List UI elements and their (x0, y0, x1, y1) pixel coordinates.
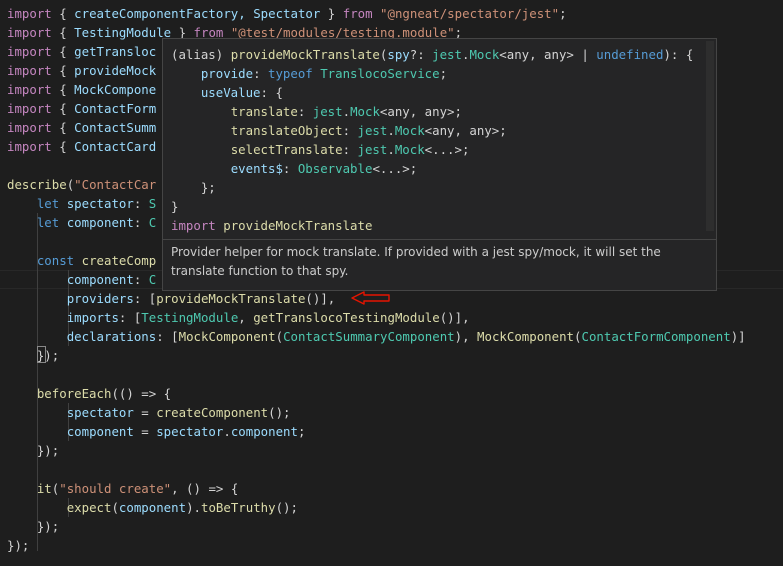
code-line-declarations: declarations: [MockComponent(ContactSumm… (66, 329, 746, 344)
code-line-const-create: const createComp (36, 253, 157, 268)
code-line-expect: expect(component).toBeTruthy(); (66, 500, 298, 515)
code-line-8: import { ContactCard (7, 139, 157, 154)
hover-tooltip[interactable]: (alias) provideMockTranslate(spy?: jest.… (162, 38, 717, 291)
hover-scrollbar[interactable] (706, 41, 714, 231)
hover-signature: (alias) provideMockTranslate(spy?: jest.… (163, 39, 716, 239)
code-line-assign-spectator: spectator = createComponent(); (66, 405, 291, 420)
code-line-it: it("should create", () => { (36, 481, 239, 496)
code-line-describe: describe("ContactCar (7, 177, 157, 192)
code-line-component-prop: component: C (66, 272, 157, 287)
hover-line-usevalue: useValue: { (200, 85, 283, 100)
code-line-let-spectator: let spectator: S (36, 196, 157, 211)
hover-line-provide: provide: typeof TranslocoService; (200, 66, 448, 81)
code-line-4: import { provideMock (7, 63, 157, 78)
code-line-close-before-each: }); (36, 443, 60, 458)
hover-line-select-translate: selectTranslate: jest.Mock<...>; (230, 142, 470, 157)
hover-line-close-usevalue: }; (200, 180, 216, 195)
hover-line-events: events$: Observable<...>; (230, 161, 418, 176)
hover-line-signature: (alias) provideMockTranslate(spy?: jest.… (171, 47, 694, 62)
code-line-close-describe: }); (7, 538, 30, 553)
code-line-before-each: beforeEach(() => { (36, 386, 172, 401)
code-line-6: import { ContactForm (7, 101, 157, 116)
code-line-7: import { ContactSumm (7, 120, 157, 135)
arrow-annotation-icon (351, 291, 390, 305)
code-line-let-component: let component: C (36, 215, 157, 230)
code-line-5: import { MockCompone (7, 82, 157, 97)
hover-line-close-sig: } (171, 199, 179, 214)
hover-line-translate-object: translateObject: jest.Mock<any, any>; (230, 123, 507, 138)
code-line-providers: providers: [provideMockTranslate()], (66, 291, 336, 306)
code-line-close-factory: }); (36, 348, 60, 363)
bracket-match-highlight (37, 346, 46, 363)
hover-line-import: import provideMockTranslate (171, 218, 373, 233)
code-line-close-it: }); (36, 519, 60, 534)
code-line-assign-component: component = spectator.component; (66, 424, 306, 439)
hover-documentation: Provider helper for mock translate. If p… (171, 245, 661, 278)
code-line-3: import { getTransloc (7, 44, 157, 59)
hover-line-translate: translate: jest.Mock<any, any>; (230, 104, 462, 119)
code-line-1: import { createComponentFactory, Spectat… (7, 6, 567, 21)
hover-separator (163, 239, 716, 240)
code-line-imports: imports: [TestingModule, getTranslocoTes… (66, 310, 470, 325)
